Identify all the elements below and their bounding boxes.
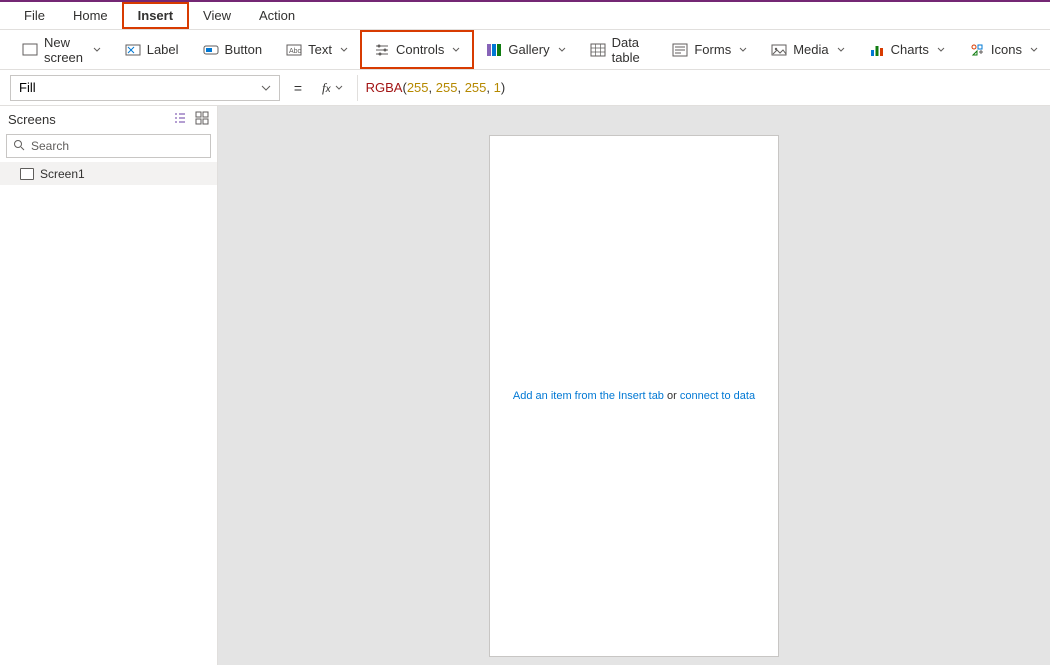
screens-panel-header: Screens [0, 106, 217, 132]
hint-or: or [667, 390, 677, 402]
formula-bar: Fill = fx RGBA(255, 255, 255, 1) [0, 70, 1050, 106]
chevron-down-icon [261, 83, 271, 93]
ribbon-charts[interactable]: Charts [857, 42, 957, 58]
fx-button[interactable]: fx [316, 80, 349, 96]
insert-ribbon: New screen Label Button Abc Text Control… [0, 30, 1050, 70]
screens-tree: Screen1 [0, 162, 217, 665]
text-icon: Abc [286, 42, 302, 58]
new-screen-icon [22, 42, 38, 58]
screen-icon [20, 168, 34, 180]
tree-view-icon[interactable] [173, 111, 187, 128]
label-icon [125, 42, 141, 58]
search-input[interactable]: Search [6, 134, 211, 158]
charts-icon [869, 42, 885, 58]
menu-tab-action[interactable]: Action [245, 2, 309, 29]
chevron-down-icon [1030, 46, 1038, 54]
controls-icon [374, 42, 390, 58]
tree-item-label: Screen1 [40, 167, 85, 181]
ribbon-media-label: Media [793, 42, 828, 57]
tree-item-screen1[interactable]: Screen1 [0, 162, 217, 186]
ribbon-forms-label: Forms [694, 42, 731, 57]
screens-panel-title: Screens [8, 112, 56, 127]
ribbon-data-table[interactable]: Data table [578, 35, 661, 65]
ribbon-forms[interactable]: Forms [660, 42, 759, 58]
ribbon-text[interactable]: Abc Text [274, 42, 360, 58]
hint-connect-link[interactable]: connect to data [680, 390, 755, 402]
hint-insert-link[interactable]: Add an item from the Insert tab [513, 390, 664, 402]
screen-canvas[interactable]: Add an item from the Insert tab or conne… [490, 136, 778, 656]
ribbon-datatable-label: Data table [612, 35, 649, 65]
ribbon-button-text: Button [225, 42, 263, 57]
ribbon-icons[interactable]: Icons [957, 42, 1050, 58]
menu-tab-view[interactable]: View [189, 2, 245, 29]
menu-tab-insert[interactable]: Insert [122, 2, 189, 29]
chevron-down-icon [739, 46, 747, 54]
formula-input[interactable]: RGBA(255, 255, 255, 1) [357, 75, 1050, 101]
ribbon-controls[interactable]: Controls [362, 42, 472, 58]
formula-fn: RGBA [366, 80, 403, 95]
ribbon-button[interactable]: Button [191, 42, 275, 58]
chevron-down-icon [93, 46, 101, 54]
ribbon-media[interactable]: Media [759, 42, 856, 58]
chevron-down-icon [937, 46, 945, 54]
chevron-down-icon [340, 46, 348, 54]
gallery-icon [486, 42, 502, 58]
body: Screens Search Screen1 Add an item from … [0, 106, 1050, 665]
ribbon-charts-label: Charts [891, 42, 929, 57]
ribbon-new-screen[interactable]: New screen [10, 35, 113, 65]
data-table-icon [590, 42, 606, 58]
property-name: Fill [19, 80, 36, 95]
media-icon [771, 42, 787, 58]
canvas-hint: Add an item from the Insert tab or conne… [513, 390, 755, 402]
menu-tab-home[interactable]: Home [59, 2, 122, 29]
search-placeholder: Search [31, 139, 69, 153]
chevron-down-icon [558, 46, 566, 54]
ribbon-gallery-label: Gallery [508, 42, 549, 57]
ribbon-text-label: Text [308, 42, 332, 57]
ribbon-controls-label: Controls [396, 42, 444, 57]
thumbnail-view-icon[interactable] [195, 111, 209, 128]
icons-icon [969, 42, 985, 58]
equals-sign: = [288, 80, 308, 96]
ribbon-label-text: Label [147, 42, 179, 57]
chevron-down-icon [452, 46, 460, 54]
ribbon-gallery[interactable]: Gallery [474, 42, 577, 58]
screens-panel: Screens Search Screen1 [0, 106, 218, 665]
forms-icon [672, 42, 688, 58]
ribbon-icons-label: Icons [991, 42, 1022, 57]
chevron-down-icon [335, 84, 343, 92]
menu-tab-file[interactable]: File [10, 2, 59, 29]
canvas-area: Add an item from the Insert tab or conne… [218, 106, 1050, 665]
chevron-down-icon [837, 46, 845, 54]
svg-text:Abc: Abc [289, 48, 302, 55]
property-selector[interactable]: Fill [10, 75, 280, 101]
menu-bar: File Home Insert View Action [0, 2, 1050, 30]
search-icon [13, 139, 25, 154]
ribbon-label[interactable]: Label [113, 42, 191, 58]
ribbon-label: New screen [44, 35, 85, 65]
button-icon [203, 42, 219, 58]
